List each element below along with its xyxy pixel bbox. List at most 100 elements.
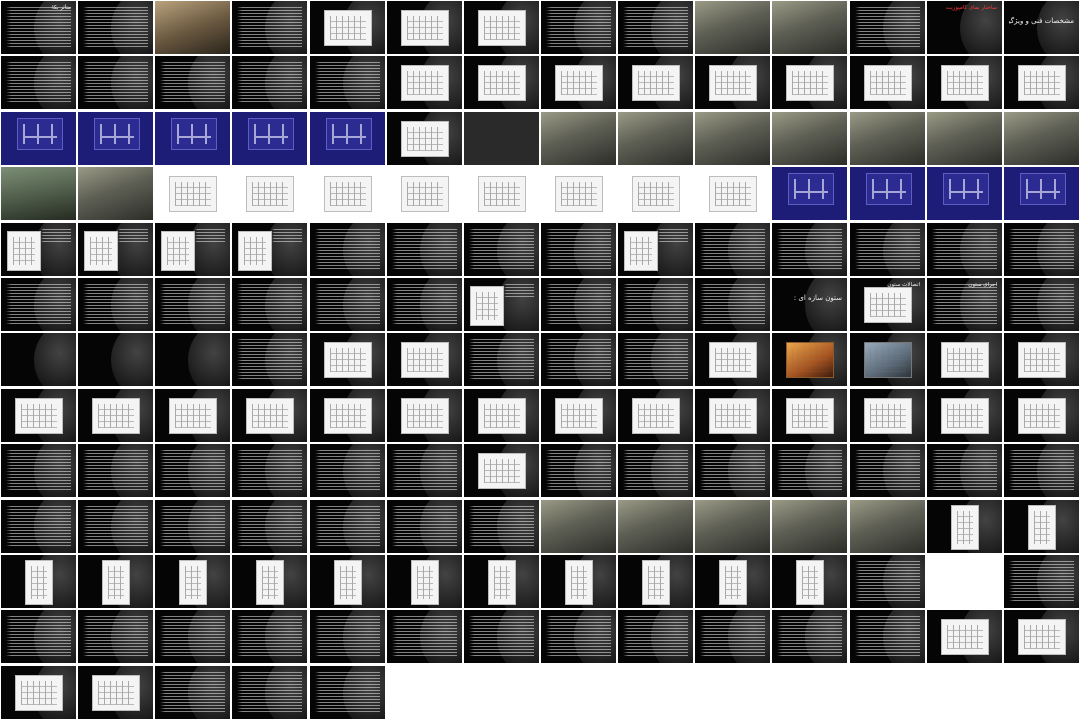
slide-thumbnail[interactable] bbox=[310, 278, 385, 331]
slide-thumbnail[interactable] bbox=[541, 555, 616, 608]
slide-thumbnail[interactable] bbox=[850, 167, 925, 220]
slide-thumbnail[interactable] bbox=[850, 500, 925, 553]
slide-thumbnail[interactable] bbox=[78, 278, 153, 331]
slide-thumbnail[interactable] bbox=[1004, 444, 1079, 497]
slide-thumbnail[interactable] bbox=[1, 333, 76, 386]
slide-thumbnail[interactable] bbox=[927, 56, 1002, 109]
slide-thumbnail[interactable] bbox=[310, 500, 385, 553]
slide-thumbnail[interactable] bbox=[387, 555, 462, 608]
slide-thumbnail[interactable] bbox=[155, 444, 230, 497]
slide-thumbnail[interactable] bbox=[78, 333, 153, 386]
slide-thumbnail[interactable] bbox=[310, 112, 385, 165]
slide-thumbnail[interactable] bbox=[850, 389, 925, 442]
slide-thumbnail[interactable] bbox=[1, 500, 76, 553]
slide-thumbnail[interactable] bbox=[1, 666, 76, 719]
slide-thumbnail[interactable] bbox=[541, 56, 616, 109]
slide-thumbnail[interactable] bbox=[927, 223, 1002, 276]
slide-thumbnail[interactable] bbox=[772, 223, 847, 276]
slide-thumbnail[interactable] bbox=[155, 555, 230, 608]
slide-thumbnail[interactable] bbox=[232, 56, 307, 109]
slide-thumbnail[interactable] bbox=[78, 389, 153, 442]
slide-thumbnail[interactable]: متأثر بكا bbox=[1, 1, 76, 54]
slide-thumbnail[interactable] bbox=[232, 278, 307, 331]
slide-thumbnail[interactable] bbox=[695, 610, 770, 663]
slide-thumbnail[interactable]: اجرای ستون bbox=[927, 278, 1002, 331]
slide-thumbnail[interactable] bbox=[541, 1, 616, 54]
slide-thumbnail[interactable] bbox=[618, 167, 693, 220]
slide-thumbnail[interactable] bbox=[310, 56, 385, 109]
slide-thumbnail[interactable] bbox=[541, 333, 616, 386]
slide-thumbnail[interactable] bbox=[232, 389, 307, 442]
slide-thumbnail[interactable] bbox=[618, 555, 693, 608]
slide-thumbnail[interactable] bbox=[310, 167, 385, 220]
slide-thumbnail[interactable] bbox=[155, 112, 230, 165]
slide-thumbnail[interactable] bbox=[387, 333, 462, 386]
slide-thumbnail[interactable] bbox=[618, 444, 693, 497]
slide-thumbnail[interactable] bbox=[232, 167, 307, 220]
slide-thumbnail[interactable] bbox=[1, 389, 76, 442]
slide-thumbnail[interactable] bbox=[772, 389, 847, 442]
slide-thumbnail[interactable] bbox=[1, 112, 76, 165]
slide-thumbnail[interactable] bbox=[155, 278, 230, 331]
slide-thumbnail[interactable] bbox=[232, 610, 307, 663]
slide-thumbnail[interactable] bbox=[155, 666, 230, 719]
slide-thumbnail[interactable] bbox=[155, 333, 230, 386]
slide-thumbnail[interactable] bbox=[464, 444, 539, 497]
slide-thumbnail[interactable] bbox=[78, 56, 153, 109]
slide-thumbnail[interactable] bbox=[695, 167, 770, 220]
slide-thumbnail[interactable] bbox=[310, 333, 385, 386]
slide-thumbnail[interactable] bbox=[850, 333, 925, 386]
slide-thumbnail[interactable] bbox=[927, 444, 1002, 497]
slide-thumbnail[interactable] bbox=[695, 278, 770, 331]
slide-thumbnail[interactable] bbox=[695, 56, 770, 109]
slide-thumbnail[interactable]: ستون سازه ای : bbox=[772, 278, 847, 331]
slide-thumbnail[interactable] bbox=[1004, 56, 1079, 109]
slide-thumbnail[interactable] bbox=[1, 167, 76, 220]
slide-thumbnail[interactable] bbox=[464, 223, 539, 276]
slide-thumbnail[interactable] bbox=[78, 555, 153, 608]
slide-thumbnail[interactable] bbox=[232, 1, 307, 54]
slide-thumbnail[interactable] bbox=[1, 555, 76, 608]
slide-thumbnail[interactable] bbox=[695, 555, 770, 608]
slide-thumbnail[interactable] bbox=[850, 610, 925, 663]
slide-thumbnail[interactable] bbox=[772, 167, 847, 220]
slide-thumbnail[interactable] bbox=[387, 167, 462, 220]
slide-thumbnail[interactable] bbox=[772, 444, 847, 497]
slide-thumbnail[interactable] bbox=[232, 500, 307, 553]
slide-thumbnail[interactable] bbox=[1004, 555, 1079, 608]
slide-thumbnail[interactable] bbox=[541, 610, 616, 663]
slide-thumbnail[interactable] bbox=[1004, 223, 1079, 276]
slide-thumbnail[interactable] bbox=[541, 167, 616, 220]
slide-thumbnail[interactable] bbox=[78, 167, 153, 220]
slide-thumbnail[interactable] bbox=[927, 112, 1002, 165]
slide-thumbnail[interactable] bbox=[387, 389, 462, 442]
slide-thumbnail[interactable] bbox=[155, 223, 230, 276]
slide-thumbnail[interactable] bbox=[618, 389, 693, 442]
slide-thumbnail[interactable] bbox=[541, 389, 616, 442]
slide-thumbnail[interactable] bbox=[850, 555, 925, 608]
slide-thumbnail[interactable] bbox=[78, 666, 153, 719]
slide-thumbnail[interactable] bbox=[387, 610, 462, 663]
slide-thumbnail[interactable] bbox=[464, 1, 539, 54]
slide-thumbnail[interactable] bbox=[695, 444, 770, 497]
slide-thumbnail[interactable] bbox=[927, 555, 1002, 608]
slide-thumbnail[interactable] bbox=[464, 610, 539, 663]
slide-thumbnail[interactable] bbox=[695, 223, 770, 276]
slide-thumbnail[interactable] bbox=[541, 223, 616, 276]
slide-thumbnail[interactable] bbox=[772, 56, 847, 109]
slide-thumbnail[interactable]: مشخصات فنی و ویژگیهای پنل کامپوزیت بانل bbox=[1004, 1, 1079, 54]
slide-thumbnail[interactable] bbox=[1, 610, 76, 663]
slide-thumbnail[interactable] bbox=[927, 389, 1002, 442]
slide-thumbnail[interactable] bbox=[618, 610, 693, 663]
slide-thumbnail[interactable] bbox=[695, 112, 770, 165]
slide-thumbnail[interactable] bbox=[927, 167, 1002, 220]
slide-thumbnail[interactable] bbox=[155, 610, 230, 663]
slide-thumbnail[interactable] bbox=[78, 1, 153, 54]
slide-thumbnail[interactable] bbox=[387, 278, 462, 331]
slide-thumbnail[interactable] bbox=[387, 112, 462, 165]
slide-thumbnail[interactable] bbox=[850, 444, 925, 497]
slide-thumbnail[interactable] bbox=[310, 666, 385, 719]
slide-thumbnail[interactable] bbox=[387, 500, 462, 553]
slide-thumbnail[interactable]: ساختار نمای کامپوزیت bbox=[927, 1, 1002, 54]
slide-thumbnail[interactable] bbox=[155, 1, 230, 54]
